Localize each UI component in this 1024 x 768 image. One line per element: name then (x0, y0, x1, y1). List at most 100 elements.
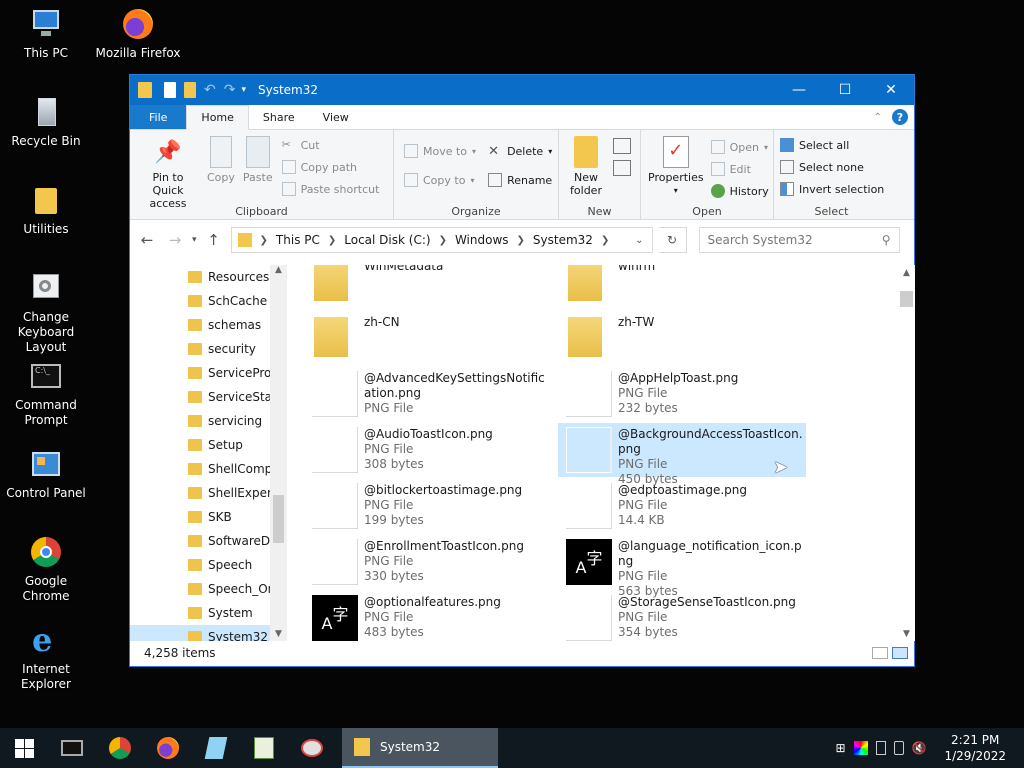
content-scroll-thumb[interactable] (900, 291, 913, 307)
desktop-icon-recycle-bin[interactable]: Recycle Bin (0, 96, 92, 149)
volume-muted-icon[interactable]: 🔇 (912, 741, 927, 755)
nav-item[interactable]: Setup (130, 433, 287, 457)
desktop-icon-internet-explorer[interactable]: e Internet Explorer (0, 624, 92, 692)
nav-scrollbar[interactable]: ▲ ▼ (270, 265, 287, 641)
chevron-right-icon[interactable]: ❯ (599, 235, 611, 246)
search-input[interactable]: Search System32 ⚲ (698, 227, 900, 253)
nav-item[interactable]: System (130, 601, 287, 625)
network-icon[interactable]: ⊞ (835, 741, 845, 755)
folder-item[interactable]: winrm (558, 265, 806, 309)
desktop-icon-firefox[interactable]: Mozilla Firefox (92, 8, 184, 61)
new-item-icon[interactable] (613, 138, 631, 154)
chevron-right-icon[interactable]: ❯ (515, 235, 527, 246)
nav-item[interactable]: SKB (130, 505, 287, 529)
taskbar-firefox[interactable] (144, 728, 192, 768)
nav-item[interactable]: security (130, 337, 287, 361)
tab-share[interactable]: Share (249, 105, 309, 129)
refresh-button[interactable]: ↻ (658, 227, 687, 253)
tab-view[interactable]: View (309, 105, 363, 129)
file-item[interactable]: @edptoastimage.png PNG File 14.4 KB (558, 479, 806, 533)
nav-item[interactable]: servicing (130, 409, 287, 433)
file-item[interactable]: @AdvancedKeySettingsNotification.png PNG … (304, 367, 552, 421)
file-item[interactable]: @AppHelpToast.png PNG File 232 bytes (558, 367, 806, 421)
nav-item[interactable]: ShellCompo (130, 457, 287, 481)
scroll-up-icon[interactable]: ▲ (270, 265, 287, 275)
file-item[interactable]: @StorageSenseToastIcon.png PNG File 354 by… (558, 591, 806, 641)
redo-icon[interactable]: ↷ (224, 82, 236, 98)
help-icon[interactable]: ? (892, 109, 908, 125)
move-to-button[interactable]: Move to ▾ (404, 140, 476, 162)
taskbar-snipping-tool[interactable] (288, 728, 336, 768)
scroll-down-icon[interactable]: ▼ (898, 629, 915, 639)
recent-locations-icon[interactable]: ▾ (192, 235, 197, 245)
paste-shortcut-button[interactable]: Paste shortcut (281, 178, 379, 200)
breadcrumb-local-disk[interactable]: Local Disk (C:) (340, 233, 434, 247)
usb-icon[interactable] (893, 741, 904, 755)
taskbar-explorer-system32[interactable]: System32 (342, 728, 498, 768)
breadcrumb-windows[interactable]: Windows (451, 233, 513, 247)
rename-button[interactable]: Rename (488, 169, 552, 191)
tab-file[interactable]: File (130, 105, 187, 129)
chevron-right-icon[interactable]: ❯ (437, 235, 449, 246)
folder-item[interactable]: zh-TW (558, 311, 806, 365)
folder-item[interactable]: zh-CN (304, 311, 552, 365)
history-button[interactable]: History (710, 180, 769, 202)
taskbar-task-manager[interactable] (240, 728, 288, 768)
start-button[interactable] (0, 728, 48, 768)
address-dropdown-icon[interactable]: ⌄ (635, 235, 651, 246)
clock[interactable]: 2:21 PM 1/29/2022 (944, 732, 1006, 764)
nav-item[interactable]: Speech_One (130, 577, 287, 601)
address-path[interactable]: ❯ This PC ❯ Local Disk (C:) ❯ Windows ❯ … (230, 227, 653, 253)
desktop-icon-this-pc[interactable]: This PC (0, 8, 92, 61)
desktop-icon-google-chrome[interactable]: Google Chrome (0, 536, 92, 604)
content-scrollbar[interactable]: ▲ ▼ (898, 265, 915, 641)
file-item[interactable]: @BackgroundAccessToastIcon.png PNG File 45… (558, 423, 806, 486)
file-item[interactable]: @AudioToastIcon.png PNG File 308 bytes (304, 423, 552, 477)
tab-home[interactable]: Home (186, 105, 249, 130)
taskbar-chrome[interactable] (96, 728, 144, 768)
easy-access-icon[interactable] (613, 160, 631, 176)
nav-item[interactable]: ShellExperie (130, 481, 287, 505)
close-button[interactable]: ✕ (868, 75, 914, 105)
chevron-right-icon[interactable]: ❯ (326, 235, 338, 246)
select-none-button[interactable]: Select none (780, 156, 885, 178)
nav-scroll-thumb[interactable] (273, 495, 284, 543)
cut-button[interactable]: ✂ Cut (282, 134, 380, 156)
maximize-button[interactable]: ☐ (822, 75, 868, 105)
new-folder-icon[interactable] (184, 82, 196, 98)
nav-item[interactable]: System32 (130, 625, 270, 641)
forward-button[interactable]: → (164, 231, 186, 249)
nav-item[interactable]: ServiceState (130, 385, 287, 409)
scroll-up-icon[interactable]: ▲ (898, 265, 915, 278)
details-view-icon[interactable] (872, 647, 888, 659)
collapse-ribbon-icon[interactable]: ⌃ (874, 112, 882, 123)
back-button[interactable]: ← (136, 231, 158, 249)
breadcrumb-system32[interactable]: System32 (529, 233, 597, 247)
folder-item[interactable]: WinMetadata (304, 265, 552, 309)
up-button[interactable]: ↑ (203, 231, 225, 249)
file-item[interactable]: @EnrollmentToastIcon.png PNG File 330 byte… (304, 535, 552, 589)
nav-item[interactable]: ServiceProfi (130, 361, 287, 385)
edit-button[interactable]: Edit (710, 158, 769, 180)
desktop-icon-control-panel[interactable]: Control Panel (0, 448, 92, 501)
desktop-icon-change-keyboard-layout[interactable]: Change Keyboard Layout (0, 272, 92, 355)
open-button[interactable]: Open ▾ (710, 136, 769, 158)
delete-button[interactable]: ✕ Delete ▾ (488, 140, 552, 162)
invert-selection-button[interactable]: Invert selection (780, 178, 885, 200)
chevron-right-icon[interactable]: ❯ (258, 235, 270, 246)
taskbar-notepad[interactable] (192, 728, 240, 768)
nav-item[interactable]: Speech (130, 553, 287, 577)
customize-qat-icon[interactable]: ▾ (241, 85, 246, 95)
copy-path-button[interactable]: Copy path (281, 156, 380, 178)
nav-item[interactable]: schemas (130, 313, 287, 337)
breadcrumb-this-pc[interactable]: This PC (272, 233, 324, 247)
color-tool-icon[interactable] (853, 741, 868, 755)
undo-icon[interactable]: ↶ (204, 82, 216, 98)
file-item[interactable]: A 字 @language_notification_icon.png PNG Fil… (558, 535, 806, 598)
clipboard-tray-icon[interactable] (875, 741, 886, 755)
desktop-icon-command-prompt[interactable]: C:\_ Command Prompt (0, 360, 92, 428)
copy-to-button[interactable]: Copy to ▾ (404, 169, 476, 191)
nav-item[interactable]: Resources (130, 265, 287, 289)
file-item[interactable]: A 字 @optionalfeatures.png PNG File 483 bytes (304, 591, 552, 641)
scroll-down-icon[interactable]: ▼ (270, 629, 287, 639)
